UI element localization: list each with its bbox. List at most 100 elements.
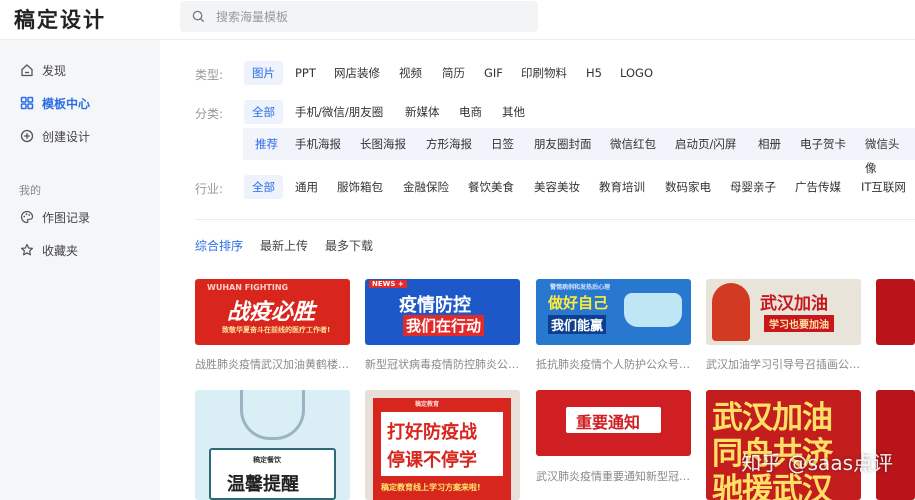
- category-tag-mobile[interactable]: 手机/微信/朋友圈: [287, 100, 391, 124]
- sidebar-item-template-center[interactable]: 模板中心: [0, 89, 160, 117]
- card-image-text: 疫情防控: [399, 295, 471, 316]
- type-tag-resume[interactable]: 简历: [434, 61, 473, 85]
- template-card[interactable]: 武汉加油 学习也要加油: [706, 279, 861, 345]
- type-tag-ppt[interactable]: PPT: [287, 61, 324, 85]
- type-tag-image[interactable]: 图片: [244, 61, 283, 85]
- sort-comprehensive[interactable]: 综合排序: [195, 237, 243, 254]
- industry-tag-all[interactable]: 全部: [244, 175, 283, 199]
- template-card[interactable]: 武汉加油 同舟共济 驰援武汉: [706, 390, 861, 500]
- sidebar-item-history[interactable]: 作图记录: [0, 203, 160, 231]
- card-tag-text: 稿定教育: [415, 401, 440, 408]
- subcategory-tag-daily[interactable]: 日签: [483, 132, 522, 156]
- fist-image: [712, 283, 750, 341]
- brand-logo[interactable]: 稿定设计: [14, 4, 106, 34]
- grid-icon: [20, 96, 34, 110]
- filter-row-industry: 行业: 全部 通用 服饰箱包 金融保险 餐饮美食 美容美妆 教育培训 数码家电 …: [160, 175, 915, 201]
- sidebar-item-discover[interactable]: 发现: [0, 56, 160, 84]
- category-tag-all[interactable]: 全部: [244, 100, 283, 124]
- filter-label-industry: 行业:: [195, 182, 224, 196]
- card-image-text-2: 我们在行动: [403, 315, 485, 336]
- template-title[interactable]: 武汉加油学习引导号召插画公众号首图: [706, 356, 861, 372]
- search-icon: [192, 10, 205, 23]
- subcategory-tag-square-poster[interactable]: 方形海报: [418, 132, 480, 156]
- subcategory-tag-red-packet[interactable]: 微信红包: [602, 132, 664, 156]
- star-icon: [21, 243, 33, 256]
- subcategory-tag-mobile-poster[interactable]: 手机海报: [287, 132, 349, 156]
- sort-latest[interactable]: 最新上传: [260, 237, 308, 254]
- sidebar: 发现 模板中心 创建设计 我的 作图记录 收藏夹: [0, 40, 160, 500]
- search-box[interactable]: [180, 1, 538, 32]
- subcategory-tag-moments-cover[interactable]: 朋友圈封面: [526, 132, 600, 156]
- subcategory-tag-splash[interactable]: 启动页/闪屏: [667, 132, 744, 156]
- card-image-text: 打好防疫战: [387, 422, 477, 443]
- card-image-text: 战疫必胜: [227, 300, 316, 325]
- template-card[interactable]: [876, 279, 915, 345]
- home-icon: [21, 64, 33, 77]
- type-tag-h5[interactable]: H5: [578, 61, 610, 85]
- sort-most-downloads[interactable]: 最多下载: [325, 237, 373, 254]
- main-content: 类型: 图片 PPT 网店装修 视频 简历 GIF 印刷物料 H5 LOGO 分…: [160, 40, 915, 500]
- template-title[interactable]: 抵抗肺炎疫情个人防护公众号首图: [536, 356, 691, 372]
- sidebar-item-label: 收藏夹: [42, 244, 79, 258]
- industry-tag-apparel[interactable]: 服饰箱包: [329, 175, 391, 199]
- industry-tag-it[interactable]: IT互联网: [853, 175, 914, 199]
- type-tag-shop[interactable]: 网店装修: [326, 61, 388, 85]
- template-card[interactable]: 重要通知: [536, 390, 691, 456]
- subcategory-tag-album[interactable]: 相册: [750, 132, 789, 156]
- industry-tag-education[interactable]: 教育培训: [591, 175, 653, 199]
- subcategory-tag-avatar[interactable]: 微信头像: [857, 132, 915, 175]
- category-tag-ecommerce[interactable]: 电商: [451, 100, 490, 124]
- industry-tag-general[interactable]: 通用: [287, 175, 326, 199]
- search-input[interactable]: [216, 6, 516, 28]
- category-tag-new-media[interactable]: 新媒体: [397, 100, 448, 124]
- card-image-text: 温馨提醒: [227, 474, 299, 495]
- sidebar-item-create-design[interactable]: 创建设计: [0, 122, 160, 150]
- industry-tag-baby[interactable]: 母婴亲子: [722, 175, 784, 199]
- industry-tag-advertising[interactable]: 广告传媒: [787, 175, 849, 199]
- type-tag-print[interactable]: 印刷物料: [513, 61, 575, 85]
- filter-label-type: 类型:: [195, 68, 224, 82]
- type-tag-video[interactable]: 视频: [391, 61, 430, 85]
- subcategory-tag-long-poster[interactable]: 长图海报: [352, 132, 414, 156]
- template-card[interactable]: 稿定教育 打好防疫战 停课不停学 稿定教育线上学习方案来啦!: [365, 390, 520, 500]
- template-card[interactable]: 警惕病例和发热后心理 做好自己 我们能赢: [536, 279, 691, 345]
- card-tag-text: 稿定餐饮: [253, 456, 281, 464]
- subcategory-tag-ecard[interactable]: 电子贺卡: [792, 132, 854, 156]
- palette-icon: [20, 210, 34, 224]
- industry-tag-finance[interactable]: 金融保险: [395, 175, 457, 199]
- stethoscope-image: [240, 390, 305, 440]
- template-title[interactable]: 新型冠状病毒疫情防控肺炎公众号首图: [365, 356, 520, 372]
- template-card[interactable]: NEWS + 疫情防控 我们在行动: [365, 279, 520, 345]
- top-header: 稿定设计: [0, 0, 915, 40]
- industry-tag-digital[interactable]: 数码家电: [657, 175, 719, 199]
- sidebar-item-label: 发现: [42, 64, 67, 78]
- industry-tag-beauty[interactable]: 美容美妆: [526, 175, 588, 199]
- category-tag-other[interactable]: 其他: [494, 100, 533, 124]
- subcategory-tag-recommend[interactable]: 推荐: [247, 132, 286, 156]
- industry-tag-food[interactable]: 餐饮美食: [460, 175, 522, 199]
- card-caption-text: 稿定教育线上学习方案来啦!: [381, 483, 481, 492]
- type-tag-gif[interactable]: GIF: [476, 61, 511, 85]
- template-card[interactable]: 稿定餐饮 温馨提醒: [195, 390, 350, 500]
- card-tag-text: WUHAN FIGHTING: [207, 283, 289, 292]
- template-card[interactable]: [876, 390, 915, 500]
- divider: [195, 219, 915, 220]
- template-card[interactable]: WUHAN FIGHTING 战疫必胜 致敬华夏奋斗在前线的医疗工作者!: [195, 279, 350, 345]
- card-image-text-2: 我们能赢: [548, 315, 607, 334]
- sidebar-item-label: 模板中心: [42, 97, 91, 111]
- card-image-text-2: 停课不停学: [387, 450, 477, 471]
- sidebar-item-label: 作图记录: [42, 211, 91, 225]
- filter-row-subcategory: 推荐 手机海报 长图海报 方形海报 日签 朋友圈封面 微信红包 启动页/闪屏 相…: [243, 128, 915, 175]
- sidebar-item-favorites[interactable]: 收藏夹: [0, 236, 160, 264]
- card-image-text-2: 学习也要加油: [764, 315, 834, 332]
- card-tag-text: NEWS +: [369, 280, 407, 288]
- my-section-label: 我的: [19, 184, 41, 197]
- template-title[interactable]: 战胜肺炎疫情武汉加油黄鹤楼新闻公众号首图: [195, 356, 350, 372]
- template-title[interactable]: 武汉肺炎疫情重要通知新型冠状病毒公众号首图: [536, 468, 691, 484]
- type-tag-logo[interactable]: LOGO: [612, 61, 661, 85]
- filter-label-category: 分类:: [195, 107, 224, 121]
- plus-circle-icon: [20, 129, 34, 143]
- card-caption-text: 致敬华夏奋斗在前线的医疗工作者!: [222, 326, 331, 334]
- mask-image: [624, 293, 682, 327]
- card-image-text: 武汉加油: [760, 294, 828, 314]
